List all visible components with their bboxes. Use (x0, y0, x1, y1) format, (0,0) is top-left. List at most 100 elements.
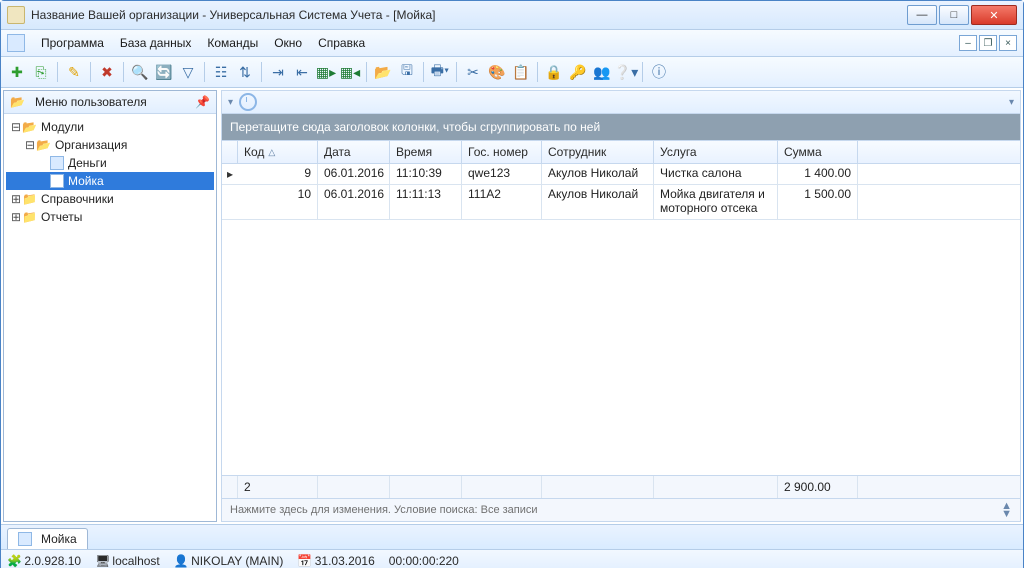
folder-icon: 📂 (10, 95, 25, 109)
columns-icon[interactable]: ☷ (211, 62, 231, 82)
table-row[interactable]: ▸ 9 06.01.2016 11:10:39 qwe123 Акулов Ни… (222, 164, 1020, 185)
mdi-minimize-button[interactable]: – (959, 35, 977, 51)
mdi-close-button[interactable]: × (999, 35, 1017, 51)
copy-add-icon[interactable]: ⎘ (31, 62, 51, 82)
expand-toggle[interactable]: ⊟ (24, 138, 36, 153)
section-bar: ▾ ▾ (221, 90, 1021, 114)
lock-icon[interactable]: 🔒 (544, 62, 564, 82)
app-icon (7, 6, 25, 24)
key-icon[interactable]: 🔑 (568, 62, 588, 82)
search-icon[interactable]: 🔍 (130, 62, 150, 82)
menu-system-icon[interactable] (7, 34, 25, 52)
table-row[interactable]: 10 06.01.2016 11:11:13 111A2 Акулов Нико… (222, 185, 1020, 220)
col-sum[interactable]: Сумма (778, 141, 858, 163)
cell-plate[interactable]: qwe123 (462, 164, 542, 184)
col-code[interactable]: Код (238, 141, 318, 163)
menu-window[interactable]: Окно (266, 33, 310, 53)
info-icon[interactable]: ⓘ (649, 62, 669, 82)
cell-sum[interactable]: 1 500.00 (778, 185, 858, 219)
minimize-button[interactable]: — (907, 5, 937, 25)
edit-icon[interactable]: ✎ (64, 62, 84, 82)
expand-toggle[interactable]: ⊞ (10, 210, 22, 225)
row-indicator-header (222, 141, 238, 163)
menu-database[interactable]: База данных (112, 33, 199, 53)
tab-label: Мойка (41, 532, 77, 546)
status-host: localhost (112, 554, 159, 568)
maximize-button[interactable]: □ (939, 5, 969, 25)
chevron-down-icon[interactable]: ▾ (1009, 97, 1014, 108)
statusbar: 🧩 2.0.928.10 🖥 localhost 👤 NIKOLAY (MAIN… (1, 549, 1023, 568)
cell-employee[interactable]: Акулов Николай (542, 185, 654, 219)
chevron-down-icon[interactable]: ▾ (228, 97, 233, 108)
cell-sum[interactable]: 1 400.00 (778, 164, 858, 184)
titlebar: Название Вашей организации - Универсальн… (1, 1, 1023, 30)
window-title: Название Вашей организации - Универсальн… (31, 8, 905, 22)
data-grid: Код Дата Время Гос. номер Сотрудник Услу… (221, 141, 1021, 499)
cell-plate[interactable]: 111A2 (462, 185, 542, 219)
main-panel: ▾ ▾ Перетащите сюда заголовок колонки, ч… (221, 90, 1021, 522)
user-icon: 👤 (174, 554, 188, 568)
tab-wash[interactable]: Мойка (7, 528, 88, 549)
tools-icon[interactable]: ✂ (463, 62, 483, 82)
grid-body[interactable]: ▸ 9 06.01.2016 11:10:39 qwe123 Акулов Ни… (222, 164, 1020, 475)
col-date[interactable]: Дата (318, 141, 390, 163)
menu-commands[interactable]: Команды (199, 33, 266, 53)
tree-wash[interactable]: Мойка (6, 172, 214, 190)
palette-icon[interactable]: 🎨 (487, 62, 507, 82)
tree-modules[interactable]: ⊟ 📂 Модули (6, 118, 214, 136)
folder-icon: 📁 (22, 192, 37, 206)
excel-export-icon[interactable]: ▦▸ (316, 62, 336, 82)
col-employee[interactable]: Сотрудник (542, 141, 654, 163)
tree-label: Отчеты (41, 210, 82, 224)
tree-reports[interactable]: ⊞ 📁 Отчеты (6, 208, 214, 226)
cell-code[interactable]: 9 (238, 164, 318, 184)
page-icon (50, 174, 64, 188)
expand-toggle[interactable]: ⊞ (10, 192, 22, 207)
menu-program[interactable]: Программа (33, 33, 112, 53)
cell-date[interactable]: 06.01.2016 (318, 164, 390, 184)
save-icon[interactable]: 🖫 (397, 62, 417, 82)
col-plate[interactable]: Гос. номер (462, 141, 542, 163)
footer-total: 2 900.00 (778, 476, 858, 498)
calendar-icon: 📅 (297, 554, 311, 568)
toolbar: ✚ ⎘ ✎ ✖ 🔍 🔄 ▽ ☷ ⇅ ⇥ ⇤ ▦▸ ▦◂ 📂 🖫 🖶▾ ✂ 🎨 📋… (1, 57, 1023, 88)
mdi-restore-button[interactable]: ❐ (979, 35, 997, 51)
col-service[interactable]: Услуга (654, 141, 778, 163)
cell-employee[interactable]: Акулов Николай (542, 164, 654, 184)
close-button[interactable]: ✕ (971, 5, 1017, 25)
col-time[interactable]: Время (390, 141, 462, 163)
tree-dicts[interactable]: ⊞ 📁 Справочники (6, 190, 214, 208)
open-folder-icon[interactable]: 📂 (373, 62, 393, 82)
filter-value: Все записи (481, 504, 538, 516)
menu-help[interactable]: Справка (310, 33, 373, 53)
tree-organization[interactable]: ⊟ 📂 Организация (6, 136, 214, 154)
help-toolbar-icon[interactable]: ❔▾ (616, 62, 636, 82)
cell-code[interactable]: 10 (238, 185, 318, 219)
excel-import-icon[interactable]: ▦◂ (340, 62, 360, 82)
delete-icon[interactable]: ✖ (97, 62, 117, 82)
clock-icon[interactable] (239, 93, 257, 111)
export-icon[interactable]: ⇤ (292, 62, 312, 82)
filter-icon[interactable]: ▽ (178, 62, 198, 82)
notes-icon[interactable]: 📋 (511, 62, 531, 82)
cell-date[interactable]: 06.01.2016 (318, 185, 390, 219)
expand-toggle[interactable]: ⊟ (10, 120, 22, 135)
cell-spacer (858, 185, 1020, 219)
add-icon[interactable]: ✚ (7, 62, 27, 82)
pin-icon[interactable]: 📌 (195, 95, 210, 109)
print-icon[interactable]: 🖶▾ (430, 62, 450, 82)
sort-icon[interactable]: ⇅ (235, 62, 255, 82)
page-icon (18, 532, 32, 546)
filter-bar[interactable]: Нажмите здесь для изменения. Условие пои… (221, 499, 1021, 522)
group-by-bar[interactable]: Перетащите сюда заголовок колонки, чтобы… (221, 114, 1021, 141)
refresh-icon[interactable]: 🔄 (154, 62, 174, 82)
tree-money[interactable]: Деньги (6, 154, 214, 172)
cell-service[interactable]: Чистка салона (654, 164, 778, 184)
import-icon[interactable]: ⇥ (268, 62, 288, 82)
cell-service[interactable]: Мойка двигателя и моторного отсека (654, 185, 778, 219)
status-date: 31.03.2016 (315, 554, 375, 568)
cell-time[interactable]: 11:10:39 (390, 164, 462, 184)
scroll-down-icon[interactable]: ▼ (1001, 510, 1012, 518)
cell-time[interactable]: 11:11:13 (390, 185, 462, 219)
users-icon[interactable]: 👥 (592, 62, 612, 82)
